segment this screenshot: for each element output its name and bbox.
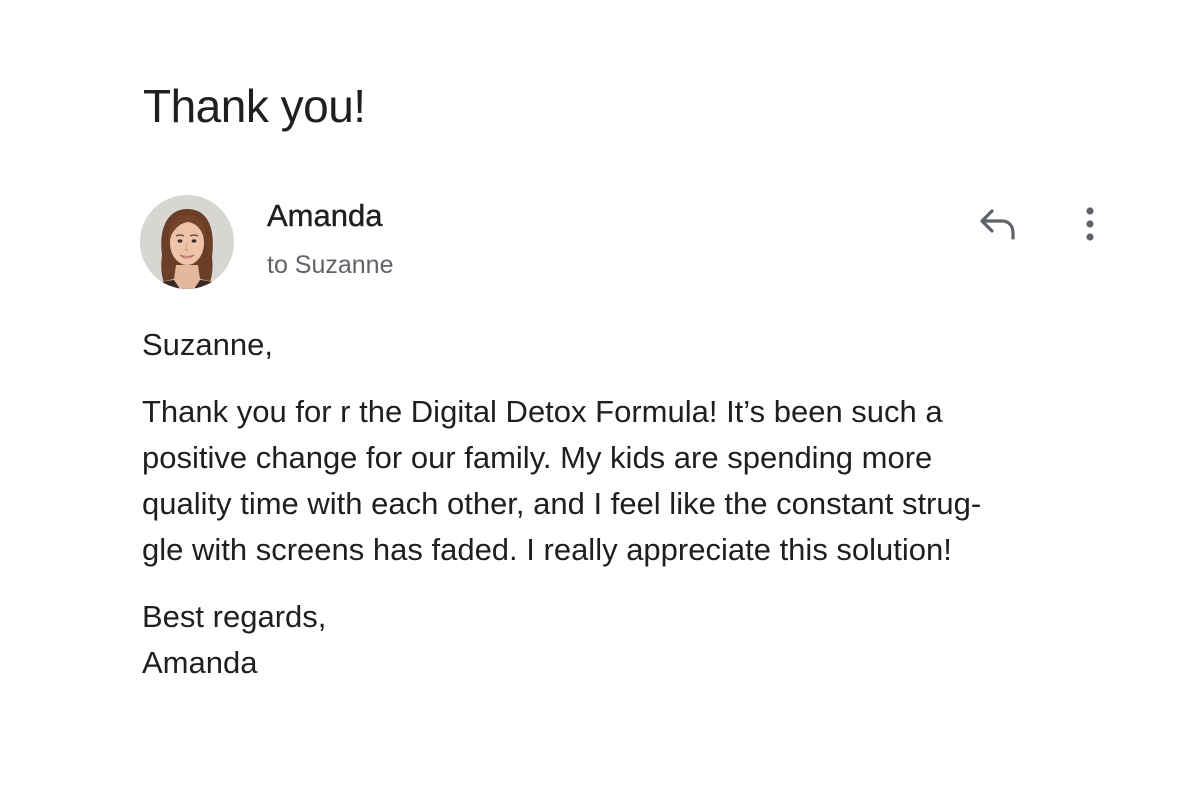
email-greeting: Suzanne, [142,327,273,362]
recipient-line[interactable]: to Suzanne [267,250,394,280]
email-body: Suzanne, Thank you for r the Digital Det… [142,322,1062,686]
more-options-button[interactable] [1068,200,1112,248]
email-subject: Thank you! [143,80,366,132]
email-signature: Amanda [142,645,258,680]
vertical-ellipsis-icon [1086,207,1094,241]
profile-photo-icon [140,195,234,289]
paragraph-line: quality time with each other, and I feel… [142,486,982,521]
paragraph-line: Thank you for r the Digital Detox Formul… [142,394,943,429]
sender-avatar[interactable] [140,195,234,289]
email-paragraph: Thank you for r the Digital Detox Formul… [142,389,1062,573]
paragraph-line: gle with screens has faded. I really app… [142,532,952,567]
sender-name[interactable]: Amanda [267,196,383,236]
reply-button[interactable] [972,200,1020,248]
paragraph-line: positive change for our family. My kids … [142,440,933,475]
reply-arrow-icon [980,209,1015,240]
email-closing: Best regards, [142,599,327,634]
